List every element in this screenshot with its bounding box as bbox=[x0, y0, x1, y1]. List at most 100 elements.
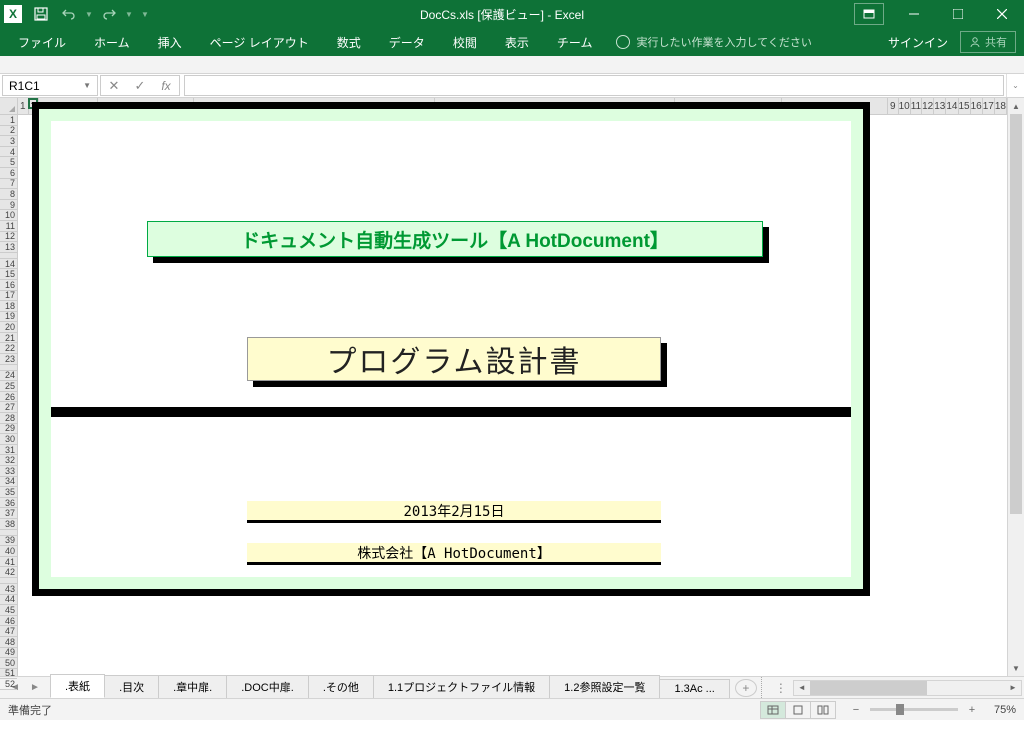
row-header[interactable]: 38 bbox=[0, 519, 17, 530]
share-button[interactable]: 共有 bbox=[960, 31, 1016, 53]
undo-button[interactable] bbox=[56, 2, 82, 26]
row-header[interactable]: 30 bbox=[0, 434, 17, 445]
sheet-tab[interactable]: 1.2参照設定一覧 bbox=[549, 675, 660, 698]
new-sheet-button[interactable]: + bbox=[735, 679, 757, 697]
row-header[interactable]: 16 bbox=[0, 280, 17, 291]
row-header[interactable]: 39 bbox=[0, 536, 17, 547]
tab-home[interactable]: ホーム bbox=[80, 28, 144, 56]
page-break-view-button[interactable] bbox=[810, 701, 836, 719]
zoom-thumb[interactable] bbox=[896, 704, 904, 715]
row-header[interactable]: 17 bbox=[0, 291, 17, 302]
column-header[interactable]: 17 bbox=[983, 98, 995, 114]
row-header[interactable]: 1 bbox=[0, 115, 17, 126]
sheet-tab[interactable]: .章中扉. bbox=[158, 675, 227, 698]
scroll-right-button[interactable]: ► bbox=[1005, 683, 1021, 692]
row-header[interactable]: 44 bbox=[0, 595, 17, 606]
row-header[interactable]: 4 bbox=[0, 147, 17, 158]
row-header[interactable]: 10 bbox=[0, 210, 17, 221]
column-header[interactable]: 14 bbox=[946, 98, 958, 114]
column-header[interactable]: 9 bbox=[888, 98, 899, 114]
formula-input[interactable] bbox=[184, 75, 1004, 96]
row-header[interactable]: 3 bbox=[0, 136, 17, 147]
row-header[interactable]: 28 bbox=[0, 413, 17, 424]
row-header[interactable]: 27 bbox=[0, 402, 17, 413]
row-header[interactable]: 11 bbox=[0, 221, 17, 232]
row-header[interactable]: 6 bbox=[0, 168, 17, 179]
row-header[interactable]: 41 bbox=[0, 557, 17, 568]
save-button[interactable] bbox=[28, 2, 54, 26]
normal-view-button[interactable] bbox=[760, 701, 786, 719]
row-header[interactable]: 51 bbox=[0, 669, 17, 680]
scroll-up-button[interactable]: ▲ bbox=[1008, 98, 1024, 114]
row-header[interactable]: 33 bbox=[0, 466, 17, 477]
column-header[interactable]: 12 bbox=[922, 98, 934, 114]
row-header[interactable]: 7 bbox=[0, 179, 17, 190]
row-header[interactable]: 12 bbox=[0, 232, 17, 243]
row-header[interactable]: 36 bbox=[0, 498, 17, 509]
row-header[interactable]: 50 bbox=[0, 658, 17, 669]
tab-data[interactable]: データ bbox=[375, 28, 439, 56]
name-box[interactable]: R1C1 ▼ bbox=[2, 75, 98, 96]
row-header[interactable]: 2 bbox=[0, 126, 17, 137]
row-header[interactable]: 8 bbox=[0, 189, 17, 200]
row-header[interactable]: 35 bbox=[0, 487, 17, 498]
tab-file[interactable]: ファイル bbox=[4, 28, 80, 56]
sheet-tab[interactable]: 1.1プロジェクトファイル情報 bbox=[373, 675, 550, 698]
row-header[interactable]: 32 bbox=[0, 455, 17, 466]
horizontal-scrollbar[interactable]: ◄ ► bbox=[793, 680, 1022, 696]
row-header[interactable]: 40 bbox=[0, 546, 17, 557]
row-header[interactable]: 49 bbox=[0, 648, 17, 659]
row-header[interactable]: 46 bbox=[0, 616, 17, 627]
column-header[interactable]: 1 bbox=[18, 98, 29, 114]
row-header[interactable]: 31 bbox=[0, 445, 17, 456]
sheet-tab[interactable]: .表紙 bbox=[50, 674, 105, 698]
row-header[interactable]: 34 bbox=[0, 477, 17, 488]
expand-formula-bar[interactable]: ⌄ bbox=[1006, 74, 1024, 97]
vertical-scrollbar[interactable]: ▲ ▼ bbox=[1007, 98, 1024, 676]
row-header[interactable]: 13 bbox=[0, 242, 17, 253]
qat-dropdown-icon[interactable]: ▼ bbox=[84, 10, 94, 19]
column-header[interactable]: 13 bbox=[934, 98, 946, 114]
qat-customize-icon[interactable]: ▼ bbox=[140, 10, 150, 19]
column-header[interactable]: 18 bbox=[995, 98, 1007, 114]
sheet-tab[interactable]: 1.3Ac ... bbox=[659, 679, 729, 698]
chevron-down-icon[interactable]: ▼ bbox=[83, 81, 91, 90]
row-header[interactable]: 22 bbox=[0, 343, 17, 354]
tab-review[interactable]: 校閲 bbox=[439, 28, 491, 56]
row-header[interactable]: 42 bbox=[0, 567, 17, 578]
hscroll-thumb[interactable] bbox=[810, 681, 927, 695]
row-header[interactable]: 9 bbox=[0, 200, 17, 211]
scroll-left-button[interactable]: ◄ bbox=[794, 683, 810, 692]
row-header[interactable]: 47 bbox=[0, 626, 17, 637]
row-header[interactable]: 14 bbox=[0, 259, 17, 270]
maximize-button[interactable] bbox=[936, 0, 980, 28]
qat-dropdown-icon[interactable]: ▼ bbox=[124, 10, 134, 19]
sheet-tab[interactable]: .その他 bbox=[308, 675, 374, 698]
column-header[interactable]: 16 bbox=[971, 98, 983, 114]
tell-me-search[interactable]: 実行したい作業を入力してください bbox=[606, 34, 821, 50]
row-header[interactable]: 21 bbox=[0, 333, 17, 344]
scroll-down-button[interactable]: ▼ bbox=[1008, 660, 1024, 676]
row-header[interactable]: 37 bbox=[0, 508, 17, 519]
signin-link[interactable]: サインイン bbox=[876, 34, 960, 51]
tab-team[interactable]: チーム bbox=[543, 28, 607, 56]
row-header[interactable]: 23 bbox=[0, 354, 17, 365]
enter-formula-button[interactable]: ✓ bbox=[127, 78, 153, 94]
minimize-button[interactable] bbox=[892, 0, 936, 28]
row-header[interactable]: 26 bbox=[0, 392, 17, 403]
zoom-out-button[interactable]: − bbox=[848, 702, 864, 718]
row-header[interactable]: 18 bbox=[0, 301, 17, 312]
row-header[interactable]: 15 bbox=[0, 269, 17, 280]
zoom-in-button[interactable]: + bbox=[964, 702, 980, 718]
zoom-track[interactable] bbox=[870, 708, 958, 711]
row-header[interactable]: 20 bbox=[0, 322, 17, 333]
page-layout-view-button[interactable] bbox=[785, 701, 811, 719]
ribbon-display-options[interactable] bbox=[854, 3, 884, 25]
row-header[interactable]: 45 bbox=[0, 605, 17, 616]
column-header[interactable]: 15 bbox=[959, 98, 971, 114]
sheet-tab[interactable]: .目次 bbox=[104, 675, 159, 698]
column-header[interactable]: 10 bbox=[899, 98, 911, 114]
scroll-thumb[interactable] bbox=[1010, 114, 1022, 514]
row-header[interactable]: 43 bbox=[0, 584, 17, 595]
insert-function-button[interactable]: fx bbox=[153, 79, 179, 93]
